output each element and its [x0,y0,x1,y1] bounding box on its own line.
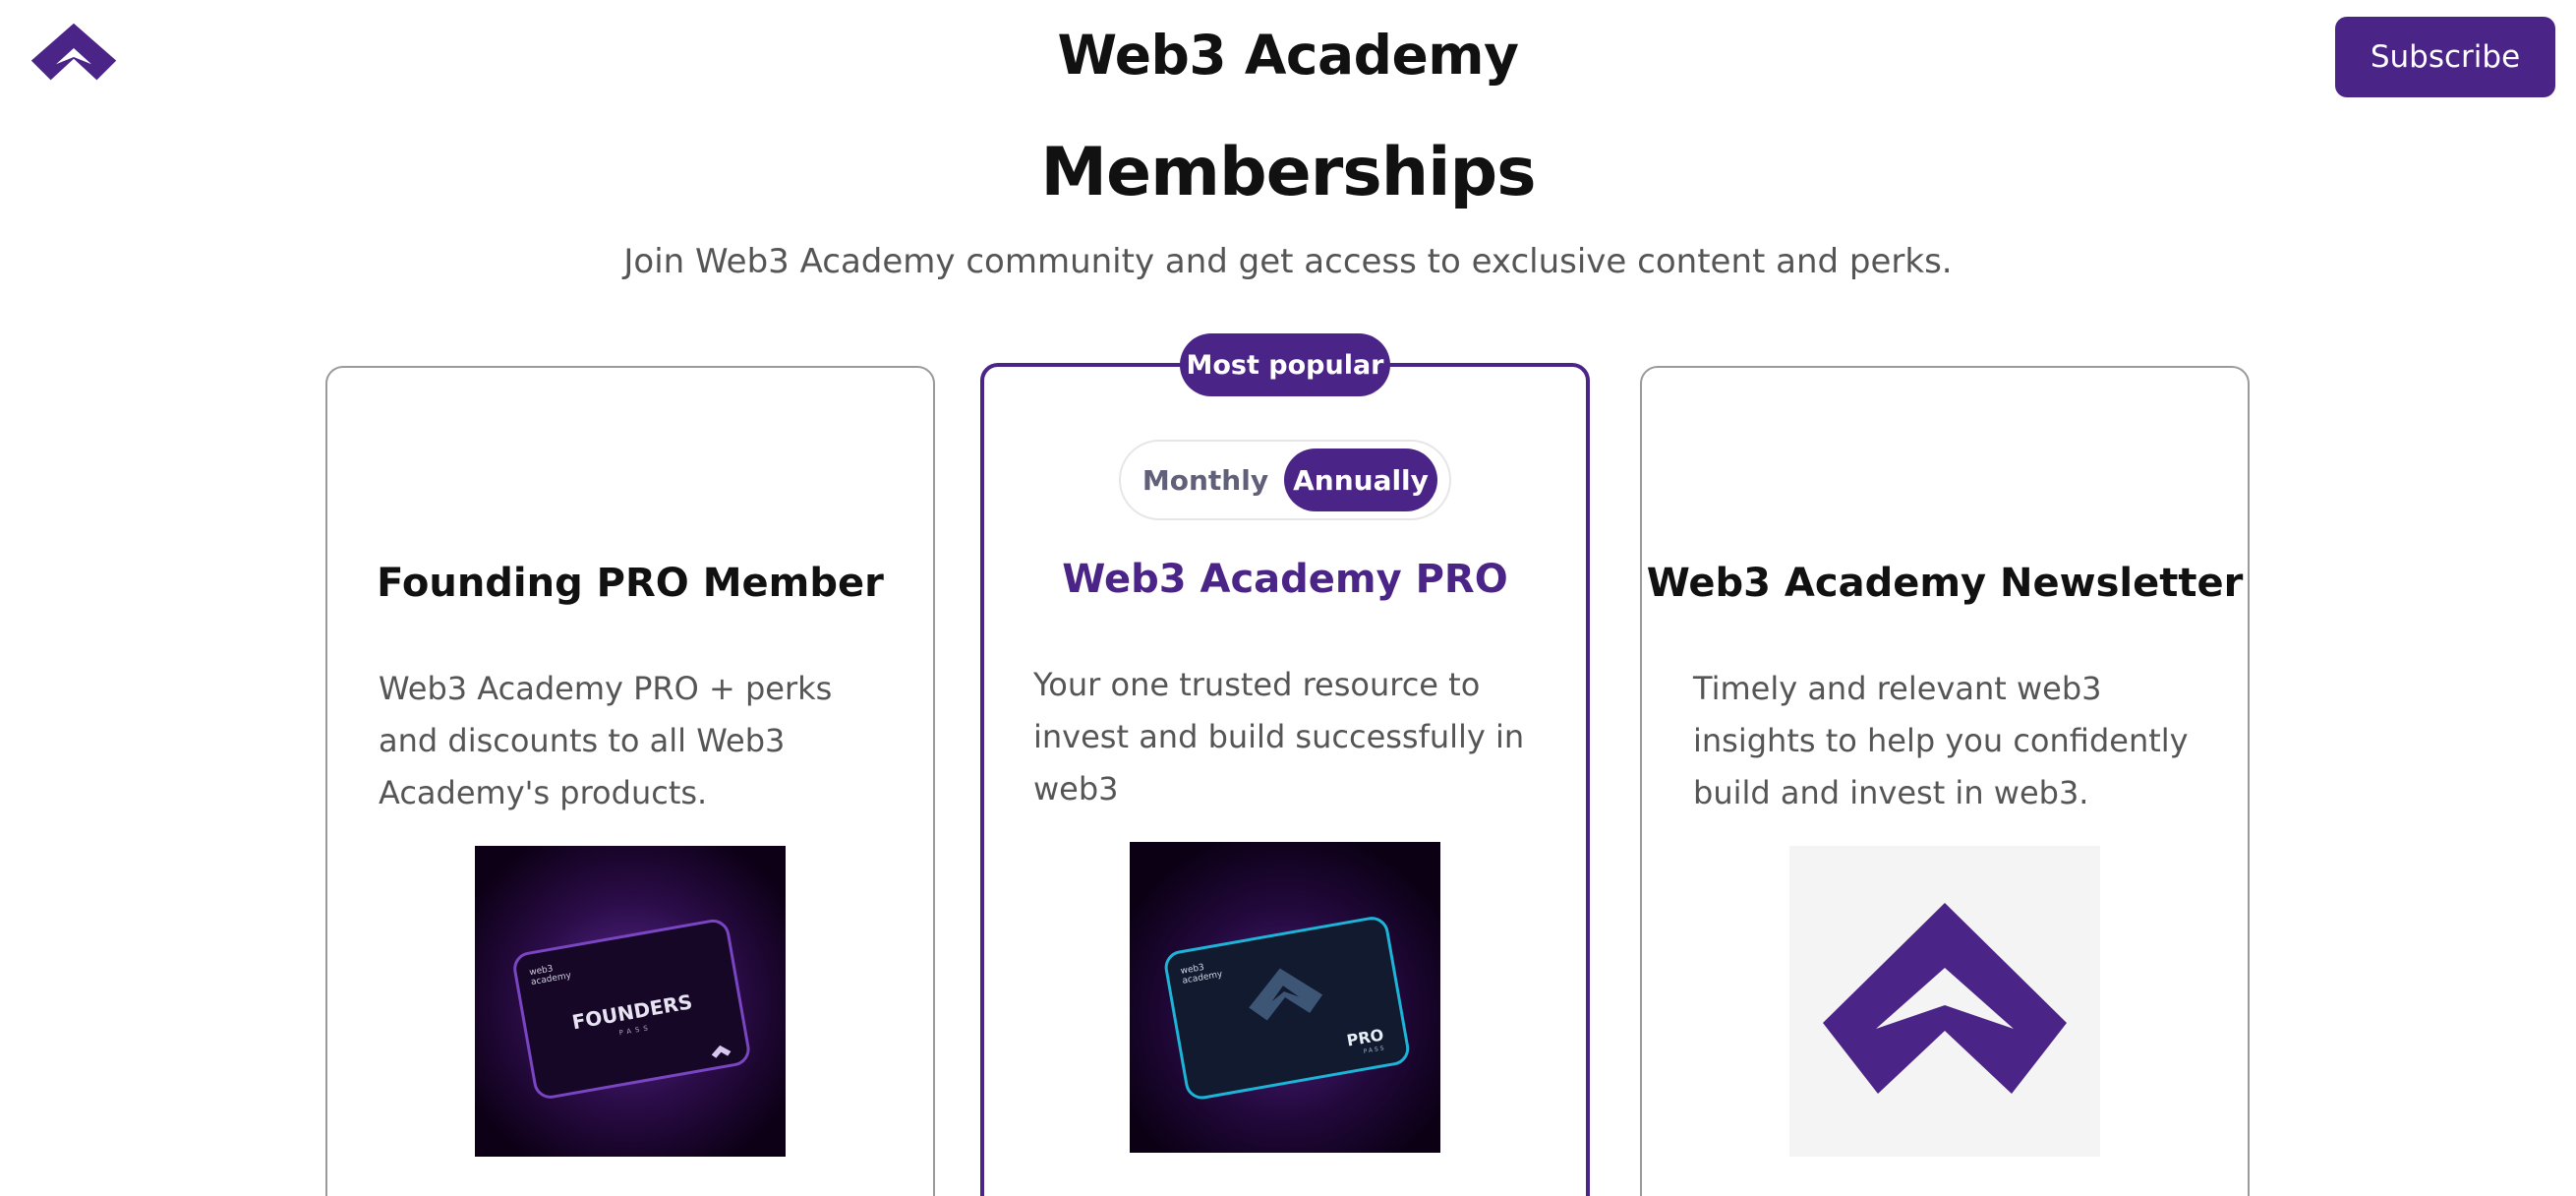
plan-title: Web3 Academy PRO [1062,557,1508,602]
plan-title: Founding PRO Member [377,561,884,606]
billing-period-toggle[interactable]: Monthly Annually [1119,440,1451,520]
memberships-page: Web3 Academy Subscribe Memberships Join … [0,0,2576,1196]
plan-card-web3-academy-pro[interactable]: Most popular Monthly Annually Web3 Acade… [980,333,1590,1196]
most-popular-badge: Most popular [1180,333,1390,396]
site-title[interactable]: Web3 Academy [0,24,2576,87]
plan-description: Web3 Academy PRO + perks and discounts t… [379,670,833,811]
billing-option-monthly[interactable]: Monthly [1127,448,1284,511]
newsletter-logo-image [1789,846,2100,1157]
pro-pass-card-image: web3 academy PRO PASS [1130,842,1440,1153]
plan-description: Your one trusted resource to invest and … [1033,666,1525,807]
subscribe-button[interactable]: Subscribe [2335,17,2555,97]
plan-card-founding-pro[interactable]: Founding PRO Member Web3 Academy PRO + p… [325,366,935,1196]
page-subtitle: Join Web3 Academy community and get acce… [623,242,1953,281]
page-title: Memberships [1040,134,1536,211]
founders-pass-card-image: web3 academy FOUNDERS PASS [475,846,786,1157]
plan-description: Timely and relevant web3 insights to hel… [1693,670,2189,811]
billing-option-annually[interactable]: Annually [1284,448,1437,511]
plan-card-newsletter[interactable]: Web3 Academy Newsletter Timely and relev… [1640,366,2250,1196]
plan-title: Web3 Academy Newsletter [1646,561,2244,606]
